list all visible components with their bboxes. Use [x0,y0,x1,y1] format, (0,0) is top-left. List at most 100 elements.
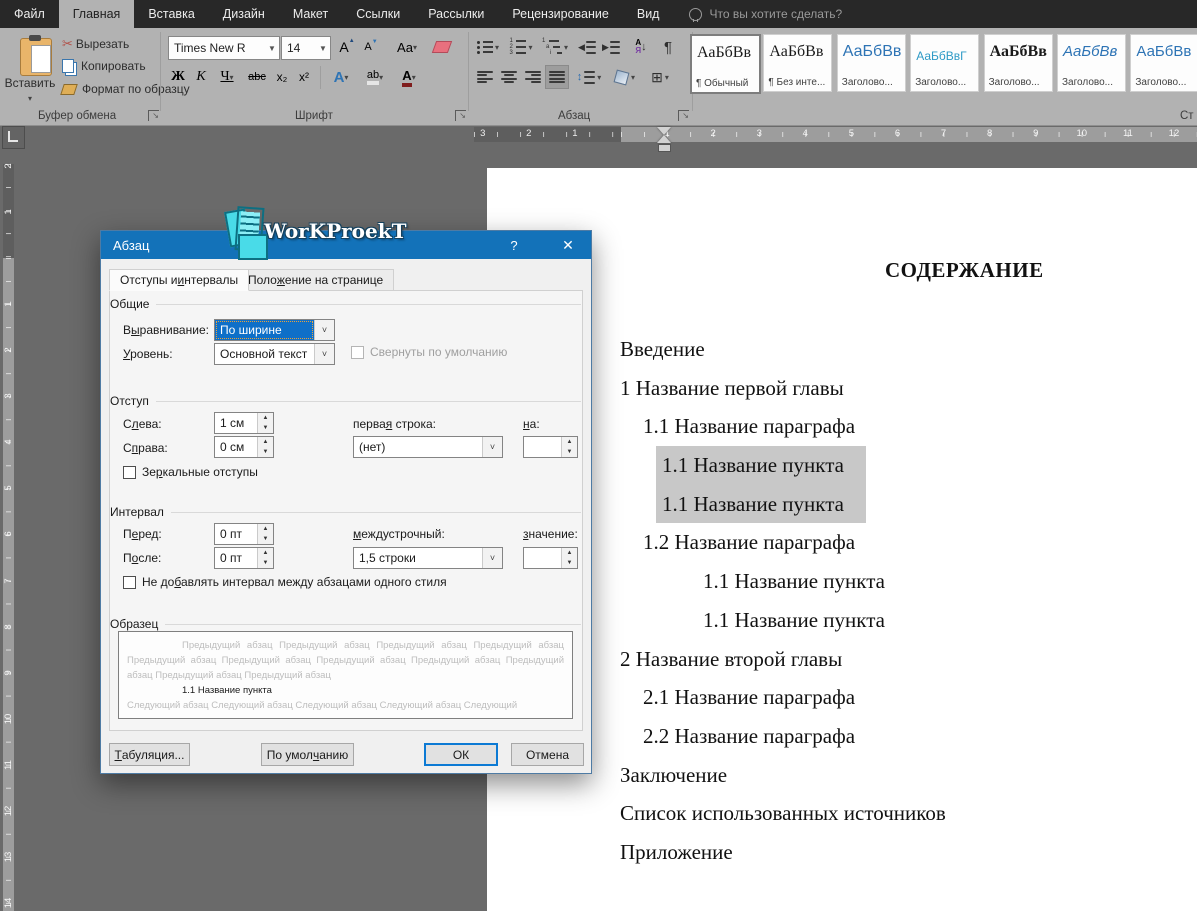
chevron-down-icon[interactable]: ▾ [495,43,499,52]
spinner-arrows[interactable]: ▲▼ [257,548,273,568]
dialog-close-button[interactable]: ✕ [545,231,591,259]
align-right-button[interactable] [522,66,544,88]
doc-line-6[interactable]: 1.1 Название пункта [487,562,1187,601]
chevron-down-icon[interactable]: ▼ [316,44,330,53]
hanging-indent-marker[interactable] [657,135,671,143]
spinner-arrows[interactable]: ▲▼ [257,413,273,433]
paragraph-dialog-launcher[interactable]: ↘ [678,110,689,121]
doc-line-11[interactable]: Заключение [487,756,1187,795]
chevron-down-icon[interactable]: ▼ [265,44,279,53]
ok-button[interactable]: ОК [424,743,498,766]
show-marks-button[interactable]: ¶ [658,36,678,58]
first-line-indent-marker[interactable] [657,127,671,135]
chevron-down-icon[interactable]: ▾ [631,73,635,82]
cut-button[interactable]: ✂ Вырезать [62,36,129,52]
chevron-down-icon[interactable]: ˅ [482,548,502,568]
ribbon-tab-0[interactable]: Файл [0,0,59,28]
grow-font-button[interactable]: А▲ [336,36,358,58]
ribbon-tab-3[interactable]: Дизайн [209,0,279,28]
spacing-before-spinner[interactable]: 0 пт ▲▼ [214,523,274,545]
text-effects-button[interactable]: А▾ [326,66,356,88]
doc-line-1[interactable]: 1 Название первой главы [487,369,1187,408]
ribbon-tab-7[interactable]: Рецензирование [498,0,623,28]
collapsed-by-default-checkbox[interactable]: Свернуты по умолчанию [351,345,507,359]
highlight-color-button[interactable]: ab▾ [358,66,392,88]
at-spinner[interactable]: ▲▼ [523,547,578,569]
doc-line-2[interactable]: 1.1 Название параграфа [487,407,1187,446]
shrink-font-button[interactable]: А▼ [360,36,382,58]
doc-line-10[interactable]: 2.2 Название параграфа [487,717,1187,756]
document-text[interactable]: Введение1 Название первой главы1.1 Назва… [487,330,1187,872]
alignment-combo[interactable]: По ширине˅ [214,319,335,341]
underline-button[interactable]: Ч▾ [214,66,240,88]
chevron-down-icon[interactable]: ▾ [344,73,348,82]
paste-dropdown-arrow[interactable]: ▾ [28,94,32,103]
tab-indents-spacing[interactable]: Отступы и интервалы [109,269,249,291]
ribbon-tab-6[interactable]: Рассылки [414,0,498,28]
copy-button[interactable]: Копировать [62,59,146,73]
cancel-button[interactable]: Отмена [511,743,584,766]
chevron-down-icon[interactable]: ˅ [482,437,502,457]
borders-button[interactable]: ⊞▾ [644,66,676,88]
line-spacing-button[interactable]: ↕▾ [574,66,604,88]
ribbon-tab-5[interactable]: Ссылки [342,0,414,28]
numbering-button[interactable]: 123 ▾ [506,36,536,58]
dialog-help-button[interactable]: ? [497,231,531,259]
level-combo[interactable]: Основной текст˅ [214,343,335,365]
doc-line-7[interactable]: 1.1 Название пункта [487,601,1187,640]
font-size-combo[interactable]: 14▼ [281,36,331,60]
chevron-down-icon[interactable]: ▾ [597,73,601,82]
document-heading[interactable]: СОДЕРЖАНИЕ [885,258,1044,283]
horizontal-ruler-margin[interactable]: 123 [474,127,621,142]
ribbon-tab-4[interactable]: Макет [279,0,342,28]
ribbon-tab-2[interactable]: Вставка [134,0,208,28]
set-default-button[interactable]: По умолчанию [261,743,354,766]
tell-me-search[interactable]: Что вы хотите сделать? [673,0,842,28]
tabs-button[interactable]: Табуляция... [109,743,190,766]
line-spacing-combo[interactable]: 1,5 строки˅ [353,547,503,569]
doc-line-8[interactable]: 2 Название второй главы [487,640,1187,679]
align-center-button[interactable] [498,66,520,88]
chevron-down-icon[interactable]: ▾ [528,43,532,52]
chevron-down-icon[interactable]: ˅ [314,320,334,340]
first-line-combo[interactable]: (нет)˅ [353,436,503,458]
clipboard-dialog-launcher[interactable]: ↘ [148,110,159,121]
left-indent-marker[interactable] [658,144,671,152]
shading-button[interactable]: ▾ [610,66,640,88]
doc-line-5[interactable]: 1.2 Название параграфа [487,523,1187,562]
style-card-3[interactable]: АаБбВвГЗаголово... [910,34,979,92]
sort-button[interactable]: АЯ ↓ [628,36,654,58]
font-dialog-launcher[interactable]: ↘ [455,110,466,121]
subscript-button[interactable]: x₂ [272,66,292,88]
superscript-button[interactable]: x² [294,66,314,88]
chevron-down-icon[interactable]: ▾ [230,73,234,82]
tab-line-page-breaks[interactable]: Положение на странице [237,269,394,291]
by-spinner[interactable]: ▲▼ [523,436,578,458]
paste-button[interactable]: Вставить ▾ [6,32,54,110]
chevron-down-icon[interactable]: ▾ [412,73,416,82]
font-color-button[interactable]: А▾ [394,66,424,88]
horizontal-ruler[interactable]: 123456789101112 [621,127,1197,142]
strikethrough-button[interactable]: abc [244,66,270,88]
align-left-button[interactable] [474,66,496,88]
justify-button[interactable] [546,66,568,88]
chevron-down-icon[interactable]: ▾ [665,73,669,82]
doc-line-9[interactable]: 2.1 Название параграфа [487,678,1187,717]
spacing-after-spinner[interactable]: 0 пт ▲▼ [214,547,274,569]
doc-line-3[interactable]: 1.1 Название пункта [487,446,1187,485]
doc-line-12[interactable]: Список использованных источников [487,794,1187,833]
no-space-same-style-checkbox[interactable]: Не добавлять интервал между абзацами одн… [123,575,447,589]
vertical-ruler-margin[interactable]: 12 [3,164,14,258]
indent-left-spinner[interactable]: 1 см ▲▼ [214,412,274,434]
doc-line-0[interactable]: Введение [487,330,1187,369]
doc-line-13[interactable]: Приложение [487,833,1187,872]
clear-formatting-button[interactable] [430,36,454,58]
decrease-indent-button[interactable]: ◀ [576,36,598,58]
style-card-6[interactable]: АаБбВвЗаголово... [1130,34,1197,92]
spinner-arrows[interactable]: ▲▼ [257,437,273,457]
spinner-arrows[interactable]: ▲▼ [561,548,577,568]
mirror-indents-checkbox[interactable]: Зеркальные отступы [123,465,258,479]
ribbon-tab-1[interactable]: Главная [59,0,135,28]
bold-button[interactable]: Ж [168,66,188,88]
tab-stop-selector[interactable] [2,126,25,149]
